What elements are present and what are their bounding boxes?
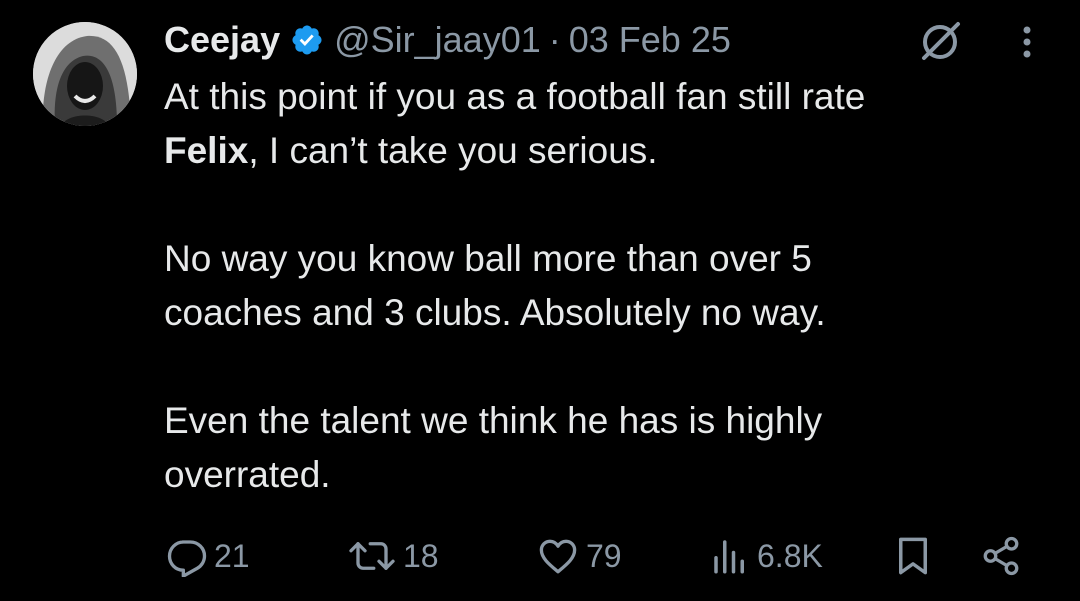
bookmark-icon — [899, 537, 927, 575]
share-button[interactable] — [978, 528, 1024, 584]
grok-icon[interactable] — [918, 20, 962, 64]
tweet[interactable]: Ceejay @Sir_jaay01 · 03 Feb 25 At this p… — [0, 0, 1080, 601]
tweet-paragraph-3: Even the talent we think he has is highl… — [164, 400, 823, 495]
share-icon — [983, 536, 1019, 576]
tweet-header: Ceejay @Sir_jaay01 · 03 Feb 25 — [164, 14, 731, 66]
views-icon — [714, 540, 744, 574]
timestamp[interactable]: 03 Feb 25 — [569, 19, 731, 61]
display-name[interactable]: Ceejay — [164, 19, 280, 61]
action-bar: 21 18 79 6.8K — [0, 528, 1080, 584]
retweet-icon — [349, 542, 395, 570]
like-count: 79 — [586, 537, 622, 574]
tweet-bold-name: Felix — [164, 130, 249, 171]
avatar[interactable] — [33, 22, 137, 126]
reply-icon — [167, 540, 207, 577]
separator-dot: · — [548, 19, 561, 60]
like-button[interactable]: 79 — [536, 528, 622, 584]
tweet-text: At this point if you as a football fan s… — [164, 70, 1044, 502]
bookmark-button[interactable] — [892, 528, 934, 584]
views-button[interactable]: 6.8K — [709, 528, 823, 584]
tweet-paragraph-2: No way you know ball more than over 5 co… — [164, 238, 826, 333]
reply-button[interactable]: 21 — [166, 528, 250, 584]
views-count: 6.8K — [757, 537, 823, 574]
heart-icon — [539, 539, 577, 574]
tweet-text-line-1: At this point if you as a football fan s… — [164, 76, 866, 117]
tweet-paragraph-1: At this point if you as a football fan s… — [164, 70, 1044, 178]
retweet-count: 18 — [403, 537, 439, 574]
retweet-button[interactable]: 18 — [347, 528, 439, 584]
avatar-image — [33, 22, 137, 126]
tweet-text-line-2: , I can’t take you serious. — [248, 130, 658, 171]
handle[interactable]: @Sir_jaay01 — [334, 19, 541, 61]
reply-count: 21 — [214, 537, 250, 574]
verified-badge-icon — [292, 25, 322, 55]
more-options-icon[interactable] — [1012, 22, 1042, 62]
